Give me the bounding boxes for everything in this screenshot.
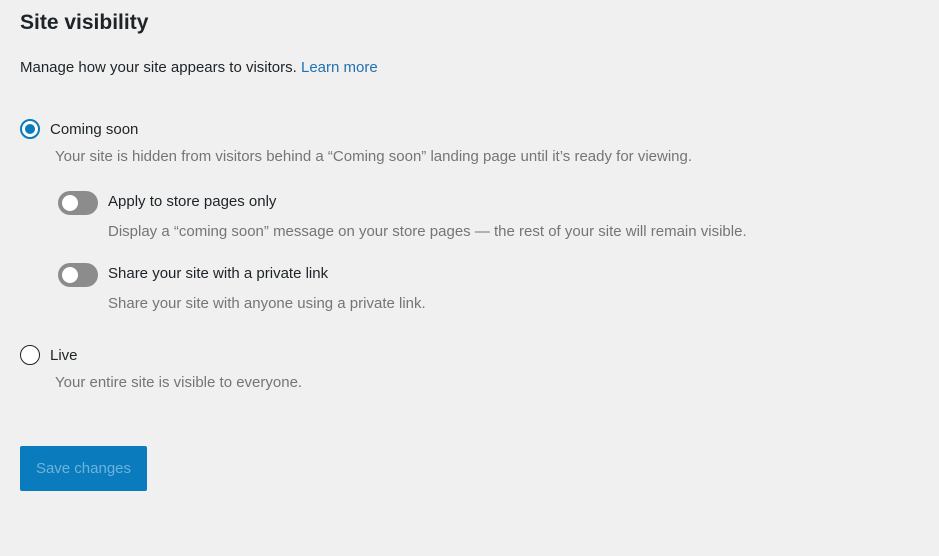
save-changes-button[interactable]: Save changes <box>20 446 147 491</box>
description-text: Manage how your site appears to visitors… <box>20 59 297 76</box>
learn-more-link[interactable]: Learn more <box>301 59 378 76</box>
store-pages-toggle[interactable] <box>58 191 98 215</box>
section-description: Manage how your site appears to visitors… <box>20 59 378 76</box>
coming-soon-label[interactable]: Coming soon <box>50 121 138 138</box>
live-radio[interactable] <box>20 345 40 365</box>
store-pages-help: Display a “coming soon” message on your … <box>108 223 747 240</box>
page-title: Site visibility <box>20 11 149 34</box>
store-pages-label[interactable]: Apply to store pages only <box>108 193 276 210</box>
coming-soon-radio[interactable] <box>20 119 40 139</box>
private-link-help: Share your site with anyone using a priv… <box>108 295 426 312</box>
live-label[interactable]: Live <box>50 347 78 364</box>
private-link-toggle[interactable] <box>58 263 98 287</box>
site-visibility-panel: Site visibility Manage how your site app… <box>0 0 939 556</box>
live-help: Your entire site is visible to everyone. <box>55 374 303 391</box>
private-link-label[interactable]: Share your site with a private link <box>108 265 328 282</box>
coming-soon-help: Your site is hidden from visitors behind… <box>55 148 693 165</box>
